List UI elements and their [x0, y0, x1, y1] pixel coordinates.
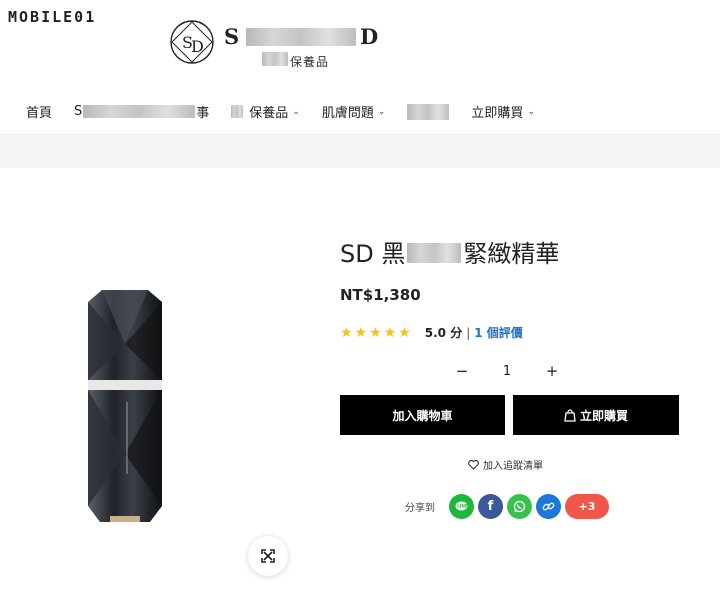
product-title: SD 黑 緊緻精華	[340, 234, 559, 269]
brand-name-redaction	[246, 28, 356, 46]
nav-item-redacted[interactable]	[407, 103, 450, 120]
add-to-cart-button[interactable]: 加入購物車	[340, 395, 505, 435]
product-title-redaction	[407, 243, 462, 263]
mobile01-watermark: MOBILE01	[8, 8, 96, 26]
svg-text:LINE: LINE	[457, 504, 468, 509]
brand-text: S D 保養品	[224, 14, 384, 70]
quantity-increase-button[interactable]: +	[542, 362, 562, 380]
site-logo[interactable]: S D S D 保養品	[168, 14, 384, 70]
nav-item-home[interactable]: 首頁	[26, 102, 52, 121]
share-more-button[interactable]: +3	[565, 494, 609, 519]
nav-item-label: 首頁	[26, 106, 53, 121]
rating-stars: ★★★★★	[340, 324, 413, 341]
nav-item-label: 立即購買	[471, 106, 524, 121]
nav-item-story[interactable]: S 事	[74, 102, 209, 121]
quantity-stepper: − 1 +	[452, 362, 562, 380]
breadcrumb-band	[0, 134, 720, 168]
nav-item-redaction	[407, 103, 450, 120]
share-facebook-button[interactable]: f	[478, 494, 503, 519]
expand-icon	[261, 549, 275, 563]
review-count-link[interactable]: 1 個評價	[474, 324, 523, 341]
share-line-button[interactable]: LINE	[449, 494, 474, 519]
wishlist-label: 加入追蹤清單	[483, 461, 543, 472]
link-icon	[542, 502, 555, 511]
nav-item-label: S	[74, 104, 83, 119]
brand-name-end: D	[360, 24, 380, 49]
logo-emblem-icon: S D	[170, 20, 214, 64]
chevron-down-icon: ⌄	[292, 106, 300, 117]
chevron-down-icon: ⌄	[377, 106, 386, 117]
watermark-text: MOBILE01	[8, 8, 97, 26]
main-nav: 首頁 S 事 保養品 ⌄ 肌膚問題 ⌄ 立即購買 ⌄	[26, 102, 557, 121]
line-icon: LINE	[455, 501, 468, 511]
buy-now-label: 立即購買	[579, 408, 628, 423]
rating-separator: |	[466, 325, 471, 340]
facebook-icon: f	[487, 499, 494, 514]
heart-icon	[468, 459, 479, 470]
nav-item-redaction	[231, 105, 244, 118]
quantity-decrease-button[interactable]: −	[452, 362, 472, 380]
nav-item-skin-problems[interactable]: 肌膚問題 ⌄	[322, 102, 386, 121]
brand-name: S	[224, 24, 241, 49]
product-title-start: SD 黑	[340, 240, 406, 268]
product-image	[88, 290, 162, 522]
share-copy-link-button[interactable]	[536, 494, 561, 519]
brand-sub-redaction	[262, 52, 288, 66]
nav-item-redaction	[83, 105, 196, 118]
product-title-end: 緊緻精華	[463, 240, 560, 268]
nav-item-label: 保養品	[249, 106, 289, 121]
zoom-button[interactable]	[248, 536, 288, 576]
add-to-cart-label: 加入購物車	[392, 408, 453, 423]
nav-item-label: 肌膚問題	[321, 106, 374, 121]
product-price: NT$1,380	[340, 286, 421, 304]
product-rating: ★★★★★ 5.0 分 | 1 個評價	[340, 324, 523, 341]
shopping-bag-icon	[564, 408, 576, 422]
buy-now-button[interactable]: 立即購買	[513, 395, 679, 435]
nav-item-label-end: 事	[196, 106, 210, 121]
svg-text:D: D	[191, 37, 204, 56]
nav-item-buy-now[interactable]: 立即購買 ⌄	[471, 102, 535, 121]
nav-item-skincare[interactable]: 保養品 ⌄	[231, 102, 300, 121]
share-bar: 分享到 LINE f +3	[405, 494, 613, 519]
share-whatsapp-button[interactable]	[507, 494, 532, 519]
whatsapp-icon	[513, 500, 526, 513]
chevron-down-icon: ⌄	[527, 106, 535, 117]
share-label: 分享到	[405, 503, 435, 514]
wishlist-link[interactable]: 加入追蹤清單	[468, 457, 543, 472]
quantity-input[interactable]: 1	[472, 364, 542, 379]
brand-subtitle: 保養品	[290, 55, 330, 69]
rating-score: 5.0 分	[424, 326, 463, 340]
